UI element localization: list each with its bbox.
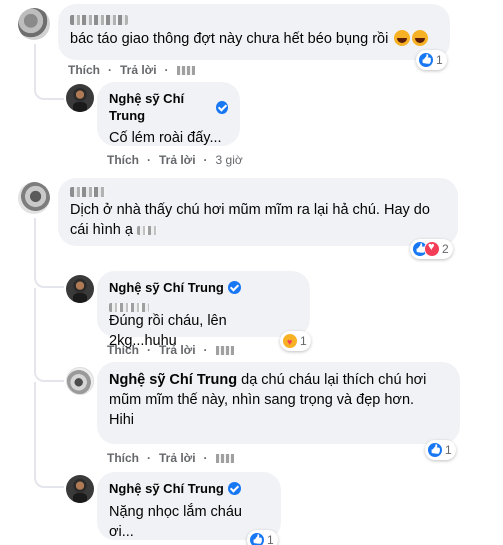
thread-line (34, 218, 64, 288)
care-reaction-icon (282, 333, 298, 349)
comment-text-line: Dịch ở nhà thấy chú hơi mũm mĩm ra lại h… (70, 202, 430, 218)
timestamp[interactable]: 3 giờ (216, 153, 243, 167)
reply-author[interactable]: Nghệ sỹ Chí Trung (109, 480, 241, 497)
reaction-summary[interactable]: 2 (410, 239, 453, 259)
reply-bubble: Nghệ sỹ Chí Trung Đúng rồi cháu, lên 2kg… (97, 271, 310, 349)
reply-author[interactable]: Nghệ sỹ Chí Trung (109, 279, 241, 296)
reaction-summary[interactable]: 1 (425, 440, 456, 460)
reply-text-line: Nghệ sỹ Chí Trung dạ chú cháu lại thích … (109, 372, 427, 388)
timestamp-redacted[interactable] (215, 345, 234, 355)
reply-actions: Thích · Trả lời · 3 giờ (107, 153, 243, 167)
verified-badge-icon (227, 482, 241, 495)
commenter-avatar[interactable] (18, 182, 50, 214)
like-reaction-icon (418, 52, 434, 68)
reply-avatar[interactable] (66, 84, 94, 112)
reply-avatar[interactable] (66, 367, 94, 395)
mentioned-name[interactable]: Nghệ sỹ Chí Trung (109, 372, 237, 388)
thread-line (34, 288, 64, 382)
reply-bubble: Nghệ sỹ Chí Trung Cố lém roài đấy... (97, 82, 240, 146)
like-reaction-icon (249, 532, 265, 545)
comment-bubble: Dịch ở nhà thấy chú hơi mũm mĩm ra lại h… (58, 178, 458, 246)
reply-link[interactable]: Trả lời (120, 63, 157, 77)
verified-badge-icon (227, 281, 241, 294)
thread-line (34, 382, 64, 488)
like-link[interactable]: Thích (68, 63, 100, 77)
reply-text-line: Hihi (109, 412, 134, 428)
commenter-avatar[interactable] (18, 8, 50, 40)
commenter-name-redacted[interactable] (70, 184, 446, 200)
comment-bubble: bác táo giao thông đợt này chưa hết béo … (58, 4, 450, 60)
comment-text: bác táo giao thông đợt này chưa hết béo … (70, 29, 438, 49)
timestamp-redacted[interactable] (176, 65, 195, 75)
thread-line (34, 44, 64, 100)
comment-actions: Thích · Trả lời · (68, 63, 195, 77)
rofl-emoji-icon (394, 30, 411, 46)
reaction-summary[interactable]: 1 (280, 331, 311, 351)
like-link[interactable]: Thích (107, 153, 139, 167)
reaction-count: 1 (267, 533, 274, 545)
rofl-emoji-icon (412, 30, 429, 46)
reaction-count: 1 (445, 443, 452, 457)
love-reaction-icon (424, 241, 440, 257)
reply-actions: Thích · Trả lời · (107, 343, 234, 357)
reaction-summary[interactable]: 1 (416, 50, 447, 70)
reply-text: Nặng nhọc lắm cháu ơi... (109, 504, 242, 540)
mention-redacted[interactable] (109, 299, 298, 313)
like-link[interactable]: Thích (107, 343, 139, 357)
comment-text-line: cái hình ạ (70, 220, 446, 240)
commenter-name-redacted[interactable] (70, 12, 438, 29)
reply-avatar[interactable] (66, 475, 94, 503)
reply-avatar[interactable] (66, 275, 94, 303)
reply-bubble: Nghệ sỹ Chí Trung dạ chú cháu lại thích … (97, 362, 460, 444)
like-link[interactable]: Thích (107, 451, 139, 465)
reaction-count: 1 (300, 334, 307, 348)
reply-actions: Thích · Trả lời · (107, 451, 234, 465)
reply-link[interactable]: Trả lời (159, 451, 196, 465)
reply-author[interactable]: Nghệ sỹ Chí Trung (109, 90, 228, 124)
reply-text-line: mũm mĩm thế này, nhìn sang trọng và đẹp … (109, 392, 415, 408)
reaction-summary[interactable]: 1 (247, 530, 278, 545)
timestamp-redacted[interactable] (215, 453, 234, 463)
reply-text: Cố lém roài đấy... (109, 130, 222, 146)
like-reaction-icon (427, 442, 443, 458)
reaction-count: 2 (442, 242, 449, 256)
reply-link[interactable]: Trả lời (159, 343, 196, 357)
verified-badge-icon (216, 100, 228, 114)
reply-link[interactable]: Trả lời (159, 153, 196, 167)
reaction-count: 1 (436, 53, 443, 67)
